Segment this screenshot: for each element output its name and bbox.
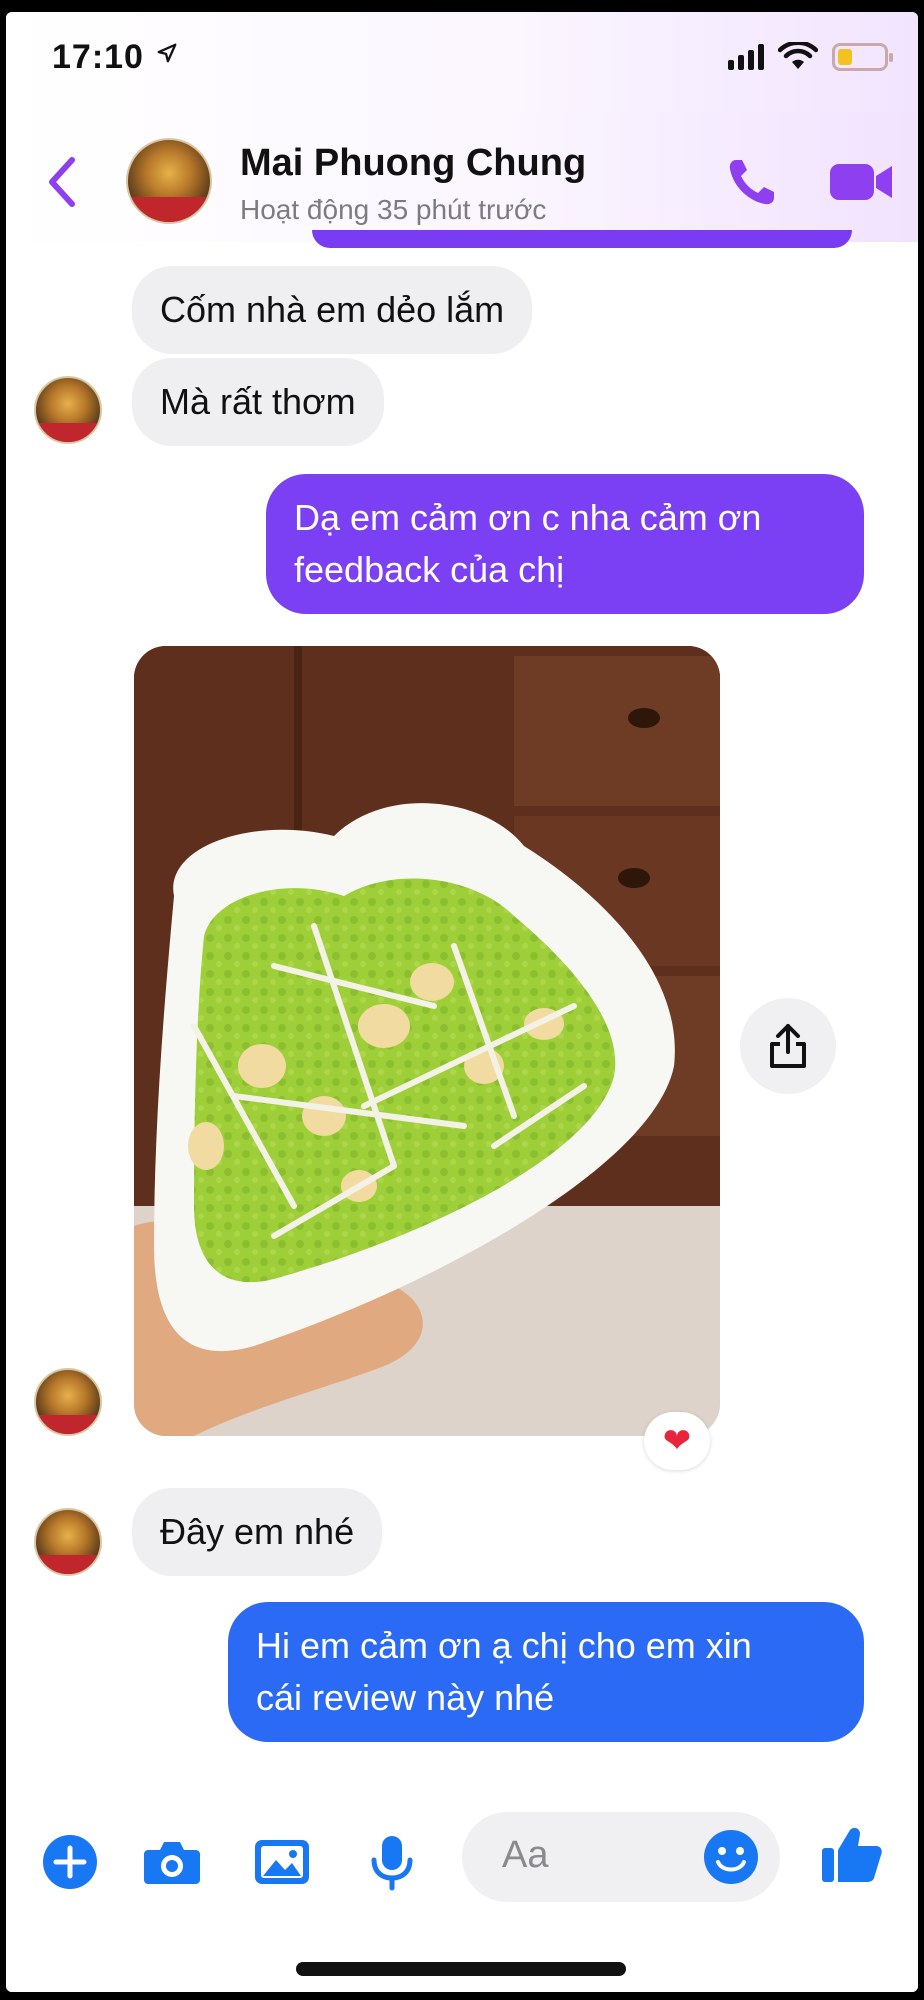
- contact-avatar-small[interactable]: [34, 1508, 102, 1576]
- plus-circle-icon[interactable]: [40, 1832, 100, 1892]
- phone-call-icon[interactable]: [724, 154, 780, 210]
- contact-avatar-small[interactable]: [34, 376, 102, 444]
- message-text: Cốm nhà em dẻo lắm: [160, 289, 505, 330]
- message-text: Đây em nhé: [160, 1511, 355, 1552]
- message-text-line: Hi em cảm ơn ạ chị cho em xin: [256, 1625, 752, 1666]
- message-text-line: Dạ em cảm ơn c nha cảm ơn: [294, 497, 762, 538]
- emoji-icon[interactable]: [702, 1828, 760, 1886]
- cellular-signal-icon: [728, 44, 764, 70]
- message-input-placeholder: Aa: [502, 1834, 549, 1876]
- video-call-icon[interactable]: [828, 158, 894, 206]
- message-bubble-outgoing[interactable]: Dạ em cảm ơn c nha cảm ơn feedback của c…: [266, 474, 864, 614]
- status-bar: 17:10: [6, 12, 918, 112]
- conversation-header: Mai Phuong Chung Hoạt động 35 phút trước: [6, 112, 918, 242]
- message-input[interactable]: Aa: [462, 1812, 780, 1902]
- location-arrow-icon: [157, 43, 177, 63]
- photo-image: [134, 646, 720, 1436]
- share-button[interactable]: [740, 998, 836, 1094]
- contact-avatar[interactable]: [126, 138, 212, 224]
- home-indicator[interactable]: [296, 1962, 626, 1976]
- previous-message-bubble[interactable]: [312, 230, 852, 248]
- back-chevron-icon[interactable]: [42, 152, 82, 212]
- message-bubble-incoming[interactable]: Cốm nhà em dẻo lắm: [132, 266, 533, 354]
- status-time: 17:10: [52, 38, 144, 76]
- status-icons: [728, 42, 893, 72]
- message-composer: Aa: [6, 1782, 918, 1992]
- heart-reaction[interactable]: ❤: [644, 1412, 710, 1470]
- contact-name[interactable]: Mai Phuong Chung: [240, 142, 586, 185]
- share-icon: [770, 1024, 806, 1068]
- camera-icon[interactable]: [142, 1832, 202, 1892]
- message-text-line: cái review này nhé: [256, 1677, 555, 1718]
- message-bubble-incoming[interactable]: Đây em nhé: [132, 1488, 383, 1576]
- message-text-line: feedback của chị: [294, 549, 565, 590]
- battery-icon: [832, 43, 893, 71]
- contact-avatar-small[interactable]: [34, 1368, 102, 1436]
- photo-message[interactable]: [134, 646, 720, 1436]
- message-text: Mà rất thơm: [160, 381, 356, 422]
- activity-status: Hoạt động 35 phút trước: [240, 194, 547, 225]
- photo-gallery-icon[interactable]: [252, 1832, 312, 1892]
- wifi-icon: [778, 42, 818, 69]
- message-bubble-outgoing[interactable]: Hi em cảm ơn ạ chị cho em xin cái review…: [228, 1602, 864, 1742]
- microphone-icon[interactable]: [362, 1832, 422, 1892]
- messenger-screen: 17:10 Mai Phuong Chung Hoạt động 35 phút…: [6, 12, 918, 1992]
- thumbs-up-icon[interactable]: [820, 1822, 884, 1886]
- message-bubble-incoming[interactable]: Mà rất thơm: [132, 358, 384, 446]
